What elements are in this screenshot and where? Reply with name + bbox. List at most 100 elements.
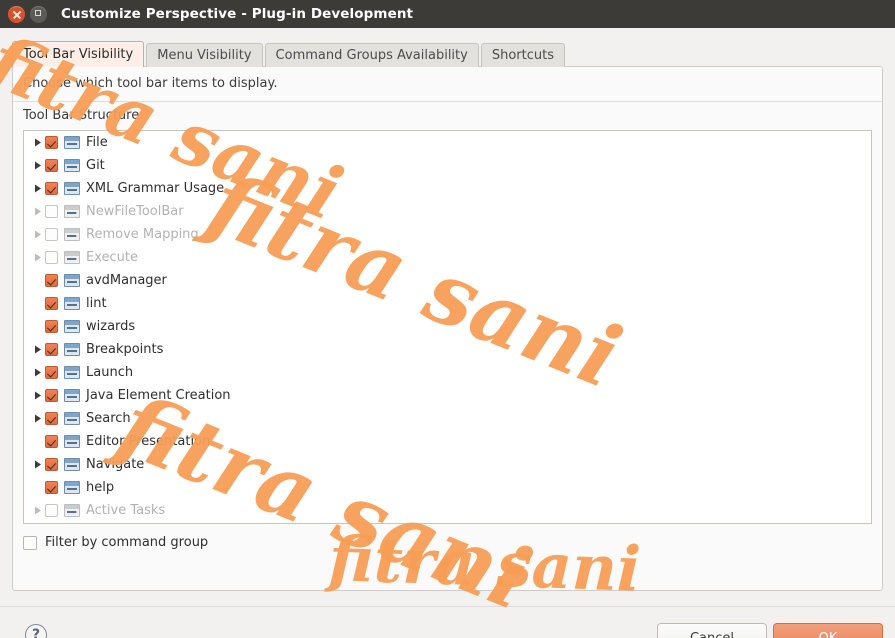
structure-label: Tool Bar Structure: [23, 108, 144, 123]
toolbar-icon [64, 366, 80, 379]
expand-arrow-icon[interactable] [30, 230, 45, 239]
tree-row-label: Breakpoints [86, 342, 164, 357]
tree-row-label: lint [86, 296, 107, 311]
toolbar-icon [64, 458, 80, 471]
tree-row[interactable]: Search [24, 407, 871, 430]
toolbar-icon [64, 343, 80, 356]
tree-row-label: Active Tasks [86, 503, 166, 518]
tree-row-checkbox[interactable] [45, 343, 58, 356]
tree-row[interactable]: wizards [24, 315, 871, 338]
tree-row-label: File [86, 135, 108, 150]
customize-perspective-dialog: Customize Perspective - Plug-in Developm… [0, 0, 895, 638]
toolbar-icon [64, 389, 80, 402]
tree-row-label: XML Grammar Usage [86, 181, 225, 196]
expand-arrow-icon[interactable] [30, 460, 45, 469]
toolbar-icon [64, 205, 80, 218]
tree-row-checkbox[interactable] [45, 182, 58, 195]
tab-command-groups-availability[interactable]: Command Groups Availability [264, 43, 479, 67]
tool-bar-structure-tree[interactable]: File Git XML Grammar Usage NewFileToolBar Re… [23, 130, 872, 524]
expand-arrow-icon[interactable] [30, 368, 45, 377]
tree-row-checkbox[interactable] [45, 274, 58, 287]
tab-menu-visibility[interactable]: Menu Visibility [146, 43, 263, 67]
expand-arrow-icon[interactable] [30, 253, 45, 262]
tree-row-label: avdManager [86, 273, 167, 288]
tree-row-label: wizards [86, 319, 136, 334]
tree-row[interactable]: Remove Mapping [24, 223, 871, 246]
toolbar-icon [64, 251, 80, 264]
tree-row-checkbox[interactable] [45, 297, 58, 310]
tree-row[interactable]: Launch [24, 361, 871, 384]
toolbar-icon [64, 182, 80, 195]
tree-row[interactable]: File [24, 131, 871, 154]
expand-arrow-icon[interactable] [30, 414, 45, 423]
tree-row[interactable]: Breakpoints [24, 338, 871, 361]
tree-row[interactable]: Editor Presentation [24, 430, 871, 453]
content-panel: Choose which tool bar items to display. … [12, 66, 883, 591]
close-icon[interactable] [8, 5, 25, 23]
tree-row-label: help [86, 480, 115, 495]
expand-arrow-icon[interactable] [30, 184, 45, 193]
window-title: Customize Perspective - Plug-in Developm… [61, 6, 414, 22]
expand-arrow-icon[interactable] [30, 345, 45, 354]
tree-row-checkbox[interactable] [45, 366, 58, 379]
tree-row-label: Search [86, 411, 131, 426]
tab-shortcuts[interactable]: Shortcuts [480, 43, 565, 67]
expand-arrow-icon[interactable] [30, 161, 45, 170]
tree-row-checkbox[interactable] [45, 389, 58, 402]
tree-row-checkbox[interactable] [45, 504, 58, 517]
toolbar-icon [64, 297, 80, 310]
footer-divider [0, 606, 895, 607]
toolbar-icon [64, 228, 80, 241]
tree-row-label: Execute [86, 250, 138, 265]
tree-row-label: Launch [86, 365, 134, 380]
tree-row-checkbox[interactable] [45, 458, 58, 471]
filter-checkbox[interactable] [23, 535, 37, 550]
tree-row-checkbox[interactable] [45, 481, 58, 494]
tab-strip: Tool Bar Visibility Menu Visibility Comm… [12, 40, 567, 67]
toolbar-icon [64, 412, 80, 425]
cancel-button[interactable]: Cancel [657, 623, 767, 638]
toolbar-icon [64, 320, 80, 333]
toolbar-icon [64, 136, 80, 149]
tree-row[interactable]: Java Element Creation [24, 384, 871, 407]
toolbar-icon [64, 274, 80, 287]
tree-row-label: Navigate [86, 457, 145, 472]
toolbar-icon [64, 435, 80, 448]
tree-row[interactable]: Execute [24, 246, 871, 269]
tree-row[interactable]: Active Tasks [24, 499, 871, 522]
tree-row[interactable]: Git [24, 154, 871, 177]
description-divider [13, 101, 882, 102]
expand-arrow-icon[interactable] [30, 506, 45, 515]
filter-label: Filter by command group [45, 535, 209, 550]
tree-row-label: Git [86, 158, 105, 173]
tree-row[interactable]: NewFileToolBar [24, 200, 871, 223]
dialog-body: Tool Bar Visibility Menu Visibility Comm… [0, 28, 895, 638]
ok-button[interactable]: OK [773, 623, 883, 638]
toolbar-icon [64, 504, 80, 517]
tree-row[interactable]: Navigate [24, 453, 871, 476]
filter-by-command-group-row[interactable]: Filter by command group [23, 535, 208, 550]
expand-arrow-icon[interactable] [30, 207, 45, 216]
expand-arrow-icon[interactable] [30, 391, 45, 400]
help-icon[interactable]: ? [25, 624, 47, 638]
tree-row-label: Editor Presentation [86, 434, 211, 449]
maximize-icon[interactable] [30, 5, 47, 23]
description-text: Choose which tool bar items to display. [23, 76, 278, 91]
tree-row-label: Remove Mapping [86, 227, 199, 242]
tree-row-checkbox[interactable] [45, 205, 58, 218]
tree-row[interactable]: lint [24, 292, 871, 315]
tree-row-checkbox[interactable] [45, 412, 58, 425]
title-bar: Customize Perspective - Plug-in Developm… [0, 0, 895, 28]
tab-tool-bar-visibility[interactable]: Tool Bar Visibility [12, 41, 145, 67]
toolbar-icon [64, 481, 80, 494]
expand-arrow-icon[interactable] [30, 138, 45, 147]
tree-row-checkbox[interactable] [45, 136, 58, 149]
tree-row-checkbox[interactable] [45, 320, 58, 333]
tree-row-checkbox[interactable] [45, 251, 58, 264]
tree-row[interactable]: help [24, 476, 871, 499]
tree-row[interactable]: avdManager [24, 269, 871, 292]
tree-row-checkbox[interactable] [45, 159, 58, 172]
tree-row-checkbox[interactable] [45, 228, 58, 241]
tree-row-checkbox[interactable] [45, 435, 58, 448]
tree-row[interactable]: XML Grammar Usage [24, 177, 871, 200]
